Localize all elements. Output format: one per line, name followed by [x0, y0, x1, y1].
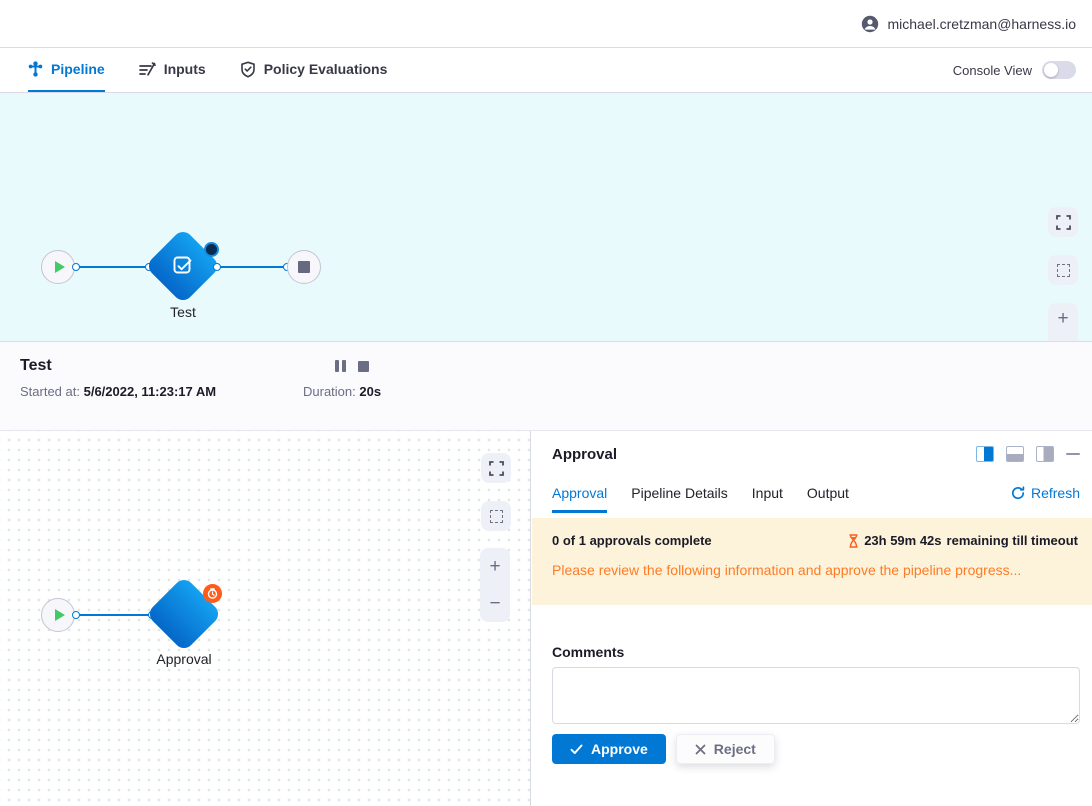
play-icon [55, 261, 65, 273]
edge-start-to-approval [77, 614, 152, 616]
inputs-icon [139, 62, 156, 77]
stage-canvas-select-button[interactable] [481, 501, 511, 531]
approval-message: Please review the following information … [552, 562, 1078, 578]
panel-tab-approval[interactable]: Approval [552, 485, 607, 513]
approvals-count-text: 0 of 1 approvals complete [552, 533, 712, 548]
timeout-value: 23h 59m 42s [864, 533, 941, 548]
timeout-remaining: 23h 59m 42s remaining till timeout [848, 533, 1078, 548]
layout-right-view-button[interactable] [976, 446, 994, 462]
refresh-button[interactable]: Refresh [1011, 485, 1080, 501]
running-status-badge [204, 242, 219, 257]
approval-node-label: Approval [156, 651, 211, 667]
stage-canvas[interactable]: Approval + − [0, 431, 531, 806]
play-icon [55, 609, 65, 621]
fit-view-icon [489, 461, 504, 476]
execution-nav: Pipeline Inputs Policy Evaluations Conso… [0, 48, 1092, 93]
user-email: michael.cretzman@harness.io [887, 16, 1076, 32]
console-view-label: Console View [953, 63, 1032, 78]
stage-canvas-zoom-controls: + − [480, 548, 510, 622]
comments-input[interactable] [552, 667, 1080, 724]
zoom-in-button[interactable]: + [489, 557, 500, 576]
approve-label: Approve [591, 741, 648, 757]
panel-tab-output[interactable]: Output [807, 485, 849, 513]
panel-tab-input[interactable]: Input [752, 485, 783, 513]
edge-port [72, 611, 80, 619]
started-at-label: Started at: [20, 384, 80, 399]
refresh-icon [1011, 486, 1025, 500]
x-icon [695, 744, 706, 755]
timer-badge [203, 584, 222, 603]
edge-test-to-end [219, 266, 287, 268]
panel-tab-bar: Approval Pipeline Details Input Output R… [552, 485, 1080, 513]
approval-step-node[interactable] [157, 587, 211, 641]
timeout-suffix: remaining till timeout [947, 533, 1078, 548]
shield-check-icon [240, 61, 256, 78]
fit-view-icon [1056, 215, 1071, 230]
duration-label: Duration: [303, 384, 356, 399]
toggle-knob [1044, 63, 1058, 77]
pipeline-start-node[interactable] [41, 250, 75, 284]
stage-canvas-fit-button[interactable] [481, 453, 511, 483]
duration-value: 20s [359, 384, 381, 399]
minimize-panel-button[interactable] [1066, 453, 1080, 456]
approve-button[interactable]: Approve [552, 734, 666, 764]
user-avatar-icon [861, 15, 879, 33]
selection-box-icon [1057, 264, 1070, 277]
panel-tab-pipeline-details[interactable]: Pipeline Details [631, 485, 728, 513]
comments-label: Comments [552, 644, 624, 660]
console-view-toggle[interactable] [1042, 61, 1076, 79]
pipeline-end-node[interactable] [287, 250, 321, 284]
execution-info-bar: Test Started at: 5/6/2022, 11:23:17 AM D… [0, 341, 1092, 431]
reject-button[interactable]: Reject [676, 734, 775, 764]
zoom-out-button[interactable]: − [489, 594, 500, 613]
duration: Duration: 20s [303, 384, 381, 399]
tab-policy-evaluations[interactable]: Policy Evaluations [240, 48, 388, 92]
pipeline-canvas[interactable]: Test + − [0, 93, 1092, 341]
zoom-in-button[interactable]: + [1057, 309, 1068, 328]
test-step-node[interactable] [156, 239, 210, 293]
abort-execution-button[interactable] [358, 361, 369, 372]
approval-banner: 0 of 1 approvals complete 23h 59m 42s re… [532, 518, 1092, 605]
user-menu[interactable]: michael.cretzman@harness.io [861, 15, 1076, 33]
tab-pipeline-label: Pipeline [51, 61, 105, 77]
tab-pipeline[interactable]: Pipeline [28, 48, 105, 92]
canvas-fit-button[interactable] [1048, 207, 1078, 237]
stop-icon [298, 261, 310, 273]
edge-start-to-test [77, 266, 149, 268]
test-node-label: Test [170, 304, 196, 320]
layout-bottom-view-button[interactable] [1006, 446, 1024, 462]
edge-port [213, 263, 221, 271]
stage-start-node[interactable] [41, 598, 75, 632]
stage-title: Test [20, 357, 52, 375]
pause-execution-button[interactable] [335, 360, 346, 372]
layout-minimized-view-button[interactable] [1036, 446, 1054, 462]
check-icon [570, 744, 583, 755]
tab-inputs-label: Inputs [164, 61, 206, 77]
refresh-label: Refresh [1031, 485, 1080, 501]
check-square-icon [171, 254, 195, 278]
edge-port [72, 263, 80, 271]
canvas-select-button[interactable] [1048, 255, 1078, 285]
pipeline-icon [28, 61, 43, 77]
selection-box-icon [490, 510, 503, 523]
tab-inputs[interactable]: Inputs [139, 48, 206, 92]
tab-policy-evaluations-label: Policy Evaluations [264, 61, 388, 77]
started-at-value: 5/6/2022, 11:23:17 AM [84, 384, 217, 399]
approval-step-icon [180, 610, 188, 618]
test-step-diamond [145, 228, 221, 304]
reject-label: Reject [714, 741, 756, 757]
hourglass-icon [848, 534, 859, 548]
panel-title: Approval [552, 446, 617, 463]
top-bar: michael.cretzman@harness.io [0, 0, 1092, 48]
step-details-panel: Approval Approval Pipeline Details Input… [532, 431, 1092, 806]
started-at: Started at: 5/6/2022, 11:23:17 AM [20, 384, 216, 399]
